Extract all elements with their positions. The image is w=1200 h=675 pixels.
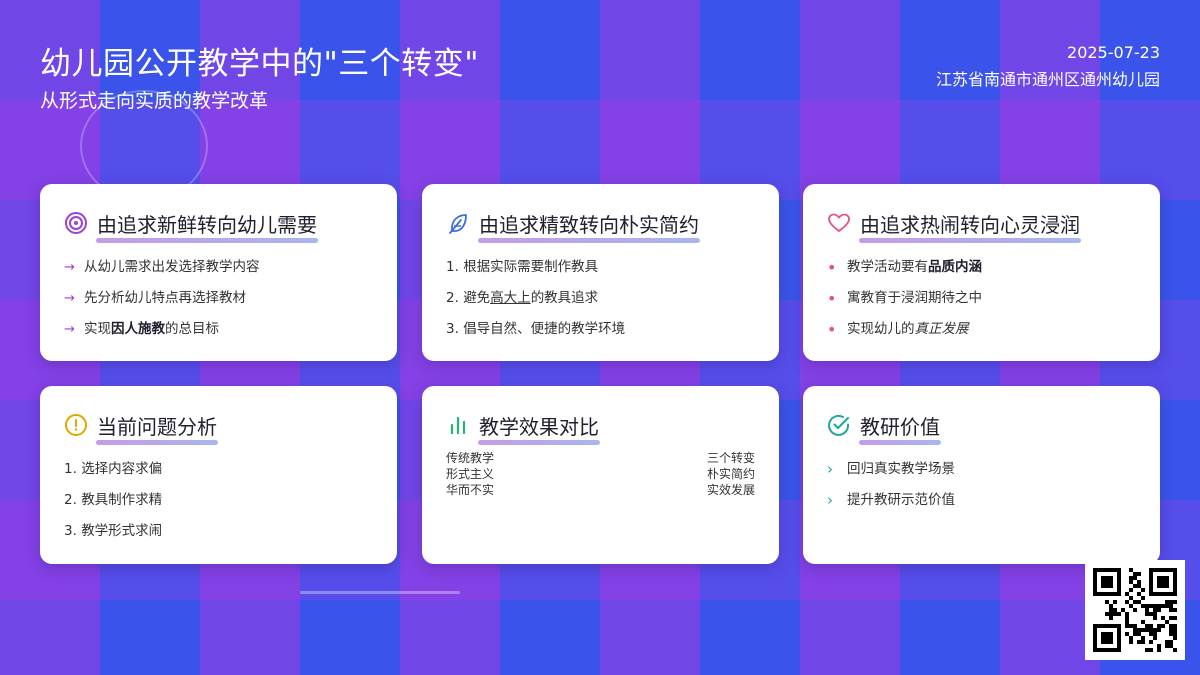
transformation-column: 三个转变 朴实简约 实效发展 [707, 450, 755, 498]
bar-chart-icon [450, 416, 466, 435]
compare-label: 华而不实 [446, 483, 495, 497]
page-title: 幼儿园公开教学中的"三个转变" [40, 46, 480, 82]
compare-label: 传统教学 [446, 451, 495, 465]
card-title: 由追求热闹转向心灵浸润 [859, 209, 1081, 243]
list-item: 2. 教具制作求精 [64, 492, 163, 508]
school-label: 江苏省南通市通州区通州幼儿园 [935, 70, 1160, 89]
card-title: 由追求新鲜转向幼儿需要 [96, 209, 318, 243]
card-title: 教学效果对比 [478, 411, 600, 445]
list-item: 2. 避免 高大上 的教具追求 [446, 290, 599, 306]
arrow-right-icon: → [64, 260, 75, 275]
list-item: → 从幼儿需求出发选择教学内容 [64, 252, 373, 283]
card-problem-analysis: 当前问题分析 1. 选择内容求偏 2. 教具制作求精 3. 教学形式求闹 [40, 386, 397, 564]
arrow-right-icon: → [64, 322, 75, 337]
list-item: 3. 教学形式求闹 [64, 523, 163, 539]
chevron-right-icon: › [827, 491, 833, 509]
list-item: 1. 选择内容求偏 [64, 461, 163, 477]
alert-icon [65, 414, 87, 436]
list-item: • 实现幼儿的 真正发展 [827, 314, 1136, 345]
card-title: 由追求精致转向朴实简约 [478, 209, 700, 243]
card-title: 当前问题分析 [96, 411, 218, 445]
date-label: 2025-07-23 [1067, 43, 1160, 62]
bullet-dot-icon: • [827, 289, 837, 308]
check-circle-icon [828, 414, 850, 436]
list-item: • 教学活动要有 品质内涵 [827, 252, 1136, 283]
list-item: › 回归真实教学场景 [827, 454, 1136, 485]
feather-icon [449, 214, 467, 234]
page-subtitle: 从形式走向实质的教学改革 [40, 90, 269, 112]
list-item: › 提升教研示范价值 [827, 485, 1136, 516]
target-icon [65, 212, 87, 234]
card-simplicity: 由追求精致转向朴实简约 1. 根据实际需要制作教具 2. 避免 高大上 的教具追求 … [422, 184, 779, 361]
comparison-columns: 传统教学 形式主义 华而不实 三个转变 朴实简约 实效发展 [446, 450, 755, 498]
list-item: • 寓教育于浸润期待之中 [827, 283, 1136, 314]
compare-label: 三个转变 [706, 451, 755, 465]
qr-code-icon [1093, 568, 1177, 652]
card-heart-nurture: 由追求热闹转向心灵浸润 • 教学活动要有 品质内涵 • 寓教育于浸润期待之中 • 实现幼… [803, 184, 1160, 361]
list-item: 1. 根据实际需要制作教具 [446, 259, 599, 275]
bullet-dot-icon: • [827, 320, 837, 339]
list-item: → 先分析幼儿特点再选择教材 [64, 283, 373, 314]
compare-label: 朴实简约 [706, 467, 755, 481]
card-child-needs: 由追求新鲜转向幼儿需要 → 从幼儿需求出发选择教学内容 → 先分析幼儿特点再选择教材… [40, 184, 397, 361]
heart-icon [828, 213, 850, 232]
bullet-dot-icon: • [827, 258, 837, 277]
card-title: 教研价值 [859, 411, 941, 445]
compare-label: 形式主义 [446, 467, 495, 481]
chevron-right-icon: › [827, 460, 833, 478]
list-item: 3. 倡导自然、便捷的教学环境 [446, 321, 626, 337]
card-effect-comparison: 教学效果对比 传统教学 形式主义 华而不实 三个转变 朴实简约 实效发展 [422, 386, 779, 564]
compare-label: 实效发展 [706, 483, 755, 497]
list-item: → 实现 因人施教 的总目标 [64, 314, 373, 345]
decorative-line [300, 591, 460, 594]
arrow-right-icon: → [64, 291, 75, 306]
qr-code[interactable] [1085, 560, 1185, 660]
card-research-value: 教研价值 › 回归真实教学场景 › 提升教研示范价值 [803, 386, 1160, 564]
traditional-column: 传统教学 形式主义 华而不实 [446, 450, 494, 498]
